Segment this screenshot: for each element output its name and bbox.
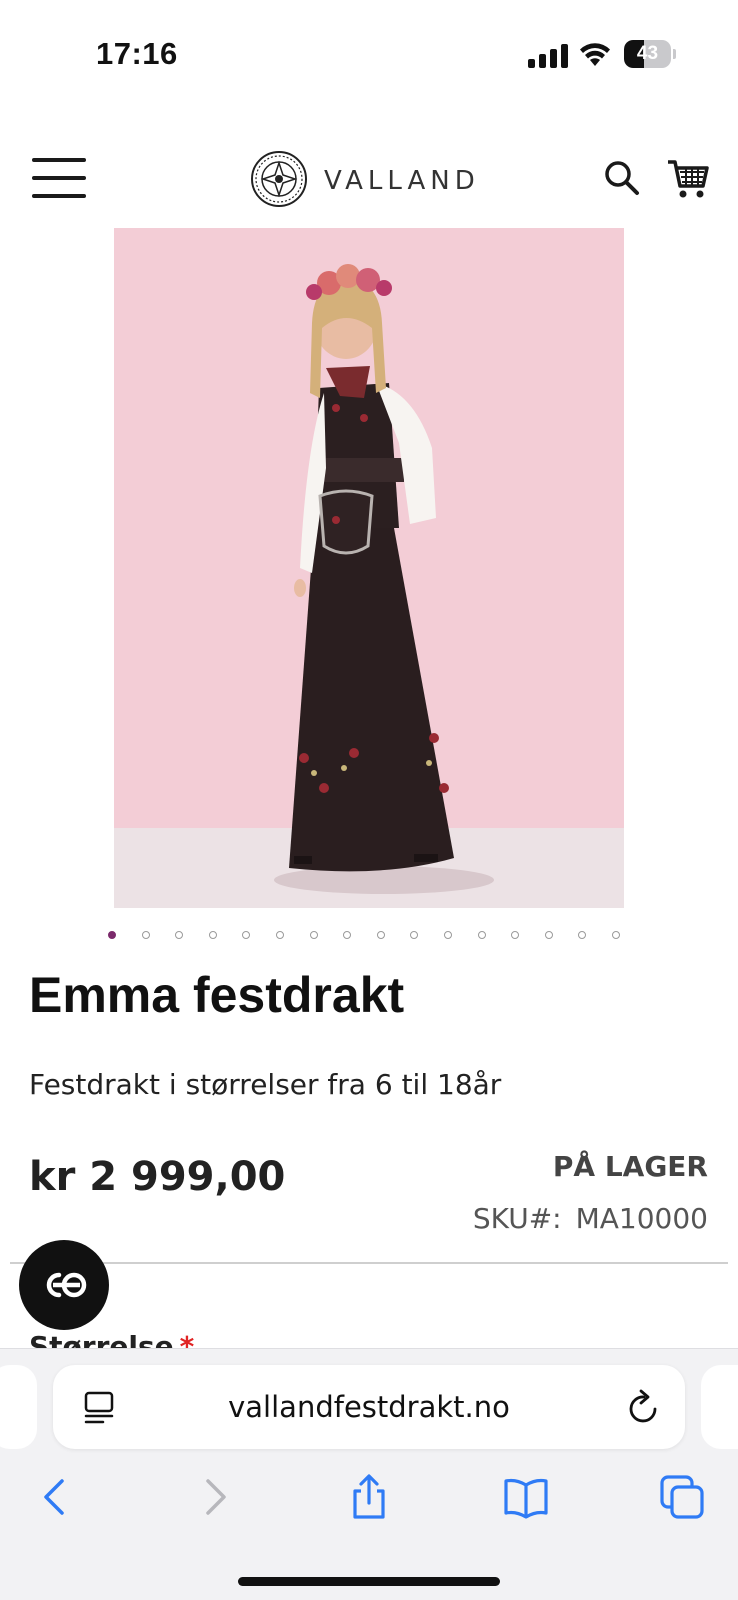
status-bar: 17:16 43 xyxy=(0,0,738,100)
carousel-pagination xyxy=(104,928,644,944)
carousel-dot[interactable] xyxy=(511,931,520,939)
carousel-dot[interactable] xyxy=(410,931,419,939)
product-description: Festdrakt i størrelser fra 6 til 18år xyxy=(29,1068,502,1101)
product-image[interactable] xyxy=(114,228,624,908)
previous-tab-preview[interactable] xyxy=(0,1365,37,1449)
bookmarks-icon[interactable] xyxy=(502,1473,550,1521)
search-icon[interactable] xyxy=(604,160,640,196)
shopping-cart-icon[interactable] xyxy=(666,156,710,200)
site-header: VALLAND xyxy=(0,140,738,220)
carousel-dot[interactable] xyxy=(544,931,553,939)
tabs-icon[interactable] xyxy=(658,1473,706,1521)
carousel-dot[interactable] xyxy=(208,931,217,939)
reload-icon[interactable] xyxy=(627,1389,661,1425)
carousel-dot[interactable] xyxy=(343,931,352,939)
carousel-dot[interactable] xyxy=(578,931,587,939)
brand-name: VALLAND xyxy=(324,166,480,196)
carousel-dot[interactable] xyxy=(309,931,318,939)
sku-label: SKU#: xyxy=(472,1202,562,1235)
wifi-icon xyxy=(580,43,610,66)
brand-logo[interactable]: VALLAND xyxy=(250,150,490,210)
carousel-dot[interactable] xyxy=(477,931,486,939)
logo-emblem-icon xyxy=(251,151,307,207)
url-text: vallandfestdrakt.no xyxy=(228,1390,510,1424)
carousel-dot[interactable] xyxy=(141,931,150,939)
sku-value: MA10000 xyxy=(575,1202,708,1235)
carousel-dot[interactable] xyxy=(376,931,385,939)
carousel-dot[interactable] xyxy=(276,931,284,939)
product-sku: SKU#: MA10000 xyxy=(473,1202,708,1235)
carousel-dot[interactable] xyxy=(108,931,116,939)
chat-button[interactable] xyxy=(19,1240,109,1330)
address-bar[interactable]: vallandfestdrakt.no xyxy=(53,1365,685,1449)
battery-percentage: 43 xyxy=(636,43,659,64)
back-arrow-icon[interactable] xyxy=(32,1473,80,1521)
share-icon[interactable] xyxy=(345,1473,393,1521)
browser-toolbar: vallandfestdrakt.no xyxy=(0,1348,738,1600)
status-time: 17:16 xyxy=(96,36,178,71)
chat-logo-icon xyxy=(46,1272,87,1298)
divider xyxy=(10,1262,728,1264)
carousel-dot[interactable] xyxy=(612,931,620,939)
carousel-dot[interactable] xyxy=(242,931,251,939)
carousel-dot[interactable] xyxy=(175,931,184,939)
forward-arrow-icon[interactable] xyxy=(190,1473,238,1521)
next-tab-preview[interactable] xyxy=(701,1365,738,1449)
cellular-signal-icon xyxy=(528,44,568,68)
product-price: kr 2 999,00 xyxy=(29,1154,286,1200)
home-indicator xyxy=(238,1577,500,1586)
stock-status: PÅ LAGER xyxy=(552,1150,708,1183)
hamburger-menu-icon[interactable] xyxy=(32,158,86,198)
product-title: Emma festdrakt xyxy=(29,967,405,1023)
carousel-dot[interactable] xyxy=(444,931,452,939)
battery-icon: 43 xyxy=(624,40,676,68)
